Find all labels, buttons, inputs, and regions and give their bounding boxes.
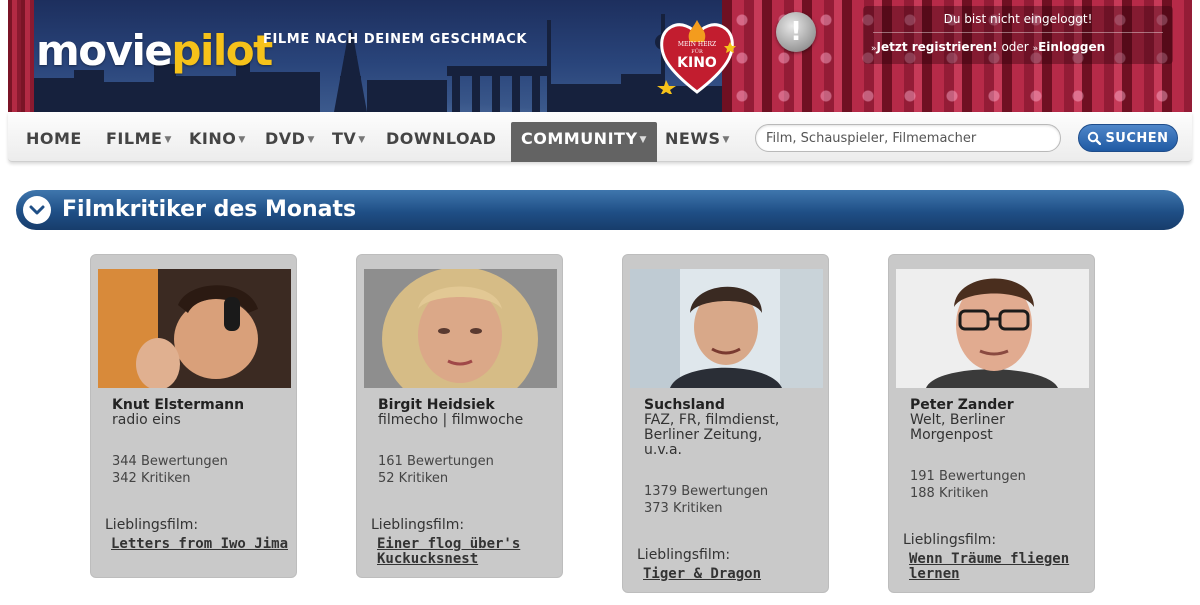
nav-filme[interactable]: FILME ▼ <box>106 122 172 162</box>
critic-name[interactable]: Birgit Heidsiek <box>378 397 558 413</box>
mein-herz-fuer-kino-badge[interactable]: MEIN HERZ FÜR KINO <box>656 10 738 94</box>
critic-name[interactable]: Knut Elstermann <box>112 397 292 413</box>
critic-card: Knut Elstermann radio eins 344 Bewertung… <box>90 254 297 578</box>
favorite-film-link[interactable]: Wenn Träume fliegen lernen <box>903 552 1093 582</box>
collapse-toggle[interactable] <box>23 196 51 224</box>
critic-info: Birgit Heidsiek filmecho | filmwoche <box>378 397 558 428</box>
favorite-film-link[interactable]: Einer flog über's Kuckucksnest <box>371 537 561 567</box>
nav-download[interactable]: DOWNLOAD <box>386 122 496 162</box>
svg-text:MEIN HERZ: MEIN HERZ <box>678 41 716 48</box>
reviews-count: 188 Kritiken <box>910 486 989 501</box>
login-status: Du bist nicht eingeloggt! <box>943 12 1093 26</box>
or-label: oder <box>1001 40 1029 54</box>
reviews-count: 52 Kritiken <box>378 471 449 486</box>
critic-card: Birgit Heidsiek filmecho | filmwoche 161… <box>356 254 563 578</box>
favorite-film-link[interactable]: Tiger & Dragon <box>637 567 827 582</box>
svg-text:FÜR: FÜR <box>691 48 703 55</box>
reviews-count: 373 Kritiken <box>644 501 723 516</box>
critic-photo[interactable] <box>98 269 291 388</box>
critic-card: Peter Zander Welt, Berliner Morgenpost 1… <box>888 254 1095 593</box>
login-divider <box>873 32 1163 33</box>
critic-media: Welt, Berliner Morgenpost <box>910 412 1005 443</box>
search-input[interactable] <box>755 124 1061 152</box>
section-header: Filmkritiker des Monats <box>16 190 1184 230</box>
chevron-down-icon <box>29 205 45 215</box>
critic-info: Knut Elstermann radio eins <box>112 397 292 428</box>
caret-down-icon: ▼ <box>358 135 366 145</box>
critic-stats: 1379 Bewertungen 373 Kritiken <box>644 483 824 517</box>
moviepilot-logo[interactable]: moviepilot <box>36 26 273 75</box>
critic-name[interactable]: Peter Zander <box>910 397 1090 413</box>
header-tagline: FILME NACH DEINEM GESCHMACK <box>263 32 528 47</box>
nav-home[interactable]: HOME <box>26 122 82 162</box>
favorite-film-label: Lieblingsfilm: <box>637 547 731 563</box>
main-nav: HOME FILME ▼ KINO ▼ DVD ▼ TV ▼ DOWNLOAD COMM… <box>8 112 1192 162</box>
critic-media: FAZ, FR, filmdienst, Berliner Zeitung, u… <box>644 412 780 458</box>
search-icon <box>1088 131 1102 145</box>
favorite-film-label: Lieblingsfilm: <box>371 517 465 533</box>
favorite-film-label: Lieblingsfilm: <box>903 532 997 548</box>
critic-media: radio eins <box>112 412 181 428</box>
nav-dvd[interactable]: DVD ▼ <box>265 122 315 162</box>
ratings-count: 1379 Bewertungen <box>644 484 769 499</box>
caret-down-icon: ▼ <box>307 135 315 145</box>
favorite-film-link[interactable]: Letters from Iwo Jima <box>105 537 295 552</box>
critic-stats: 161 Bewertungen 52 Kritiken <box>378 453 558 487</box>
critic-card: Suchsland FAZ, FR, filmdienst, Berliner … <box>622 254 829 593</box>
ratings-count: 344 Bewertungen <box>112 454 228 469</box>
critic-photo[interactable] <box>364 269 557 388</box>
caret-down-icon: ▼ <box>238 135 246 145</box>
curtain-left <box>8 0 34 112</box>
caret-down-icon: ▼ <box>164 135 172 145</box>
favorite-film-label: Lieblingsfilm: <box>105 517 199 533</box>
login-box: Du bist nicht eingeloggt! »Jetzt registr… <box>863 6 1173 64</box>
reviews-count: 342 Kritiken <box>112 471 191 486</box>
svg-text:KINO: KINO <box>677 55 717 71</box>
login-links: »Jetzt registrieren! oder »Einloggen <box>871 40 1106 54</box>
ratings-count: 191 Bewertungen <box>910 469 1026 484</box>
critic-name[interactable]: Suchsland <box>644 397 824 413</box>
login-link[interactable]: Einloggen <box>1038 40 1105 54</box>
critic-info: Peter Zander Welt, Berliner Morgenpost <box>910 397 1090 443</box>
nav-news[interactable]: NEWS ▼ <box>665 122 730 162</box>
nav-kino[interactable]: KINO ▼ <box>189 122 246 162</box>
nav-community[interactable]: COMMUNITY ▼ <box>511 122 657 162</box>
critic-info: Suchsland FAZ, FR, filmdienst, Berliner … <box>644 397 824 458</box>
critic-stats: 191 Bewertungen 188 Kritiken <box>910 468 1090 502</box>
register-link[interactable]: Jetzt registrieren! <box>877 40 998 54</box>
critic-media: filmecho | filmwoche <box>378 412 524 428</box>
nav-tv[interactable]: TV ▼ <box>332 122 366 162</box>
critic-photo[interactable] <box>630 269 823 388</box>
section-title: Filmkritiker des Monats <box>62 197 357 222</box>
exclamation-icon: ! <box>776 12 816 52</box>
ratings-count: 161 Bewertungen <box>378 454 494 469</box>
caret-down-icon: ▼ <box>722 135 730 145</box>
critic-photo[interactable] <box>896 269 1089 388</box>
header-banner: moviepilot FILME NACH DEINEM GESCHMACK M… <box>8 0 1192 112</box>
search-button[interactable]: SUCHEN <box>1078 124 1178 152</box>
caret-down-icon: ▼ <box>639 135 647 145</box>
critic-stats: 344 Bewertungen 342 Kritiken <box>112 453 292 487</box>
